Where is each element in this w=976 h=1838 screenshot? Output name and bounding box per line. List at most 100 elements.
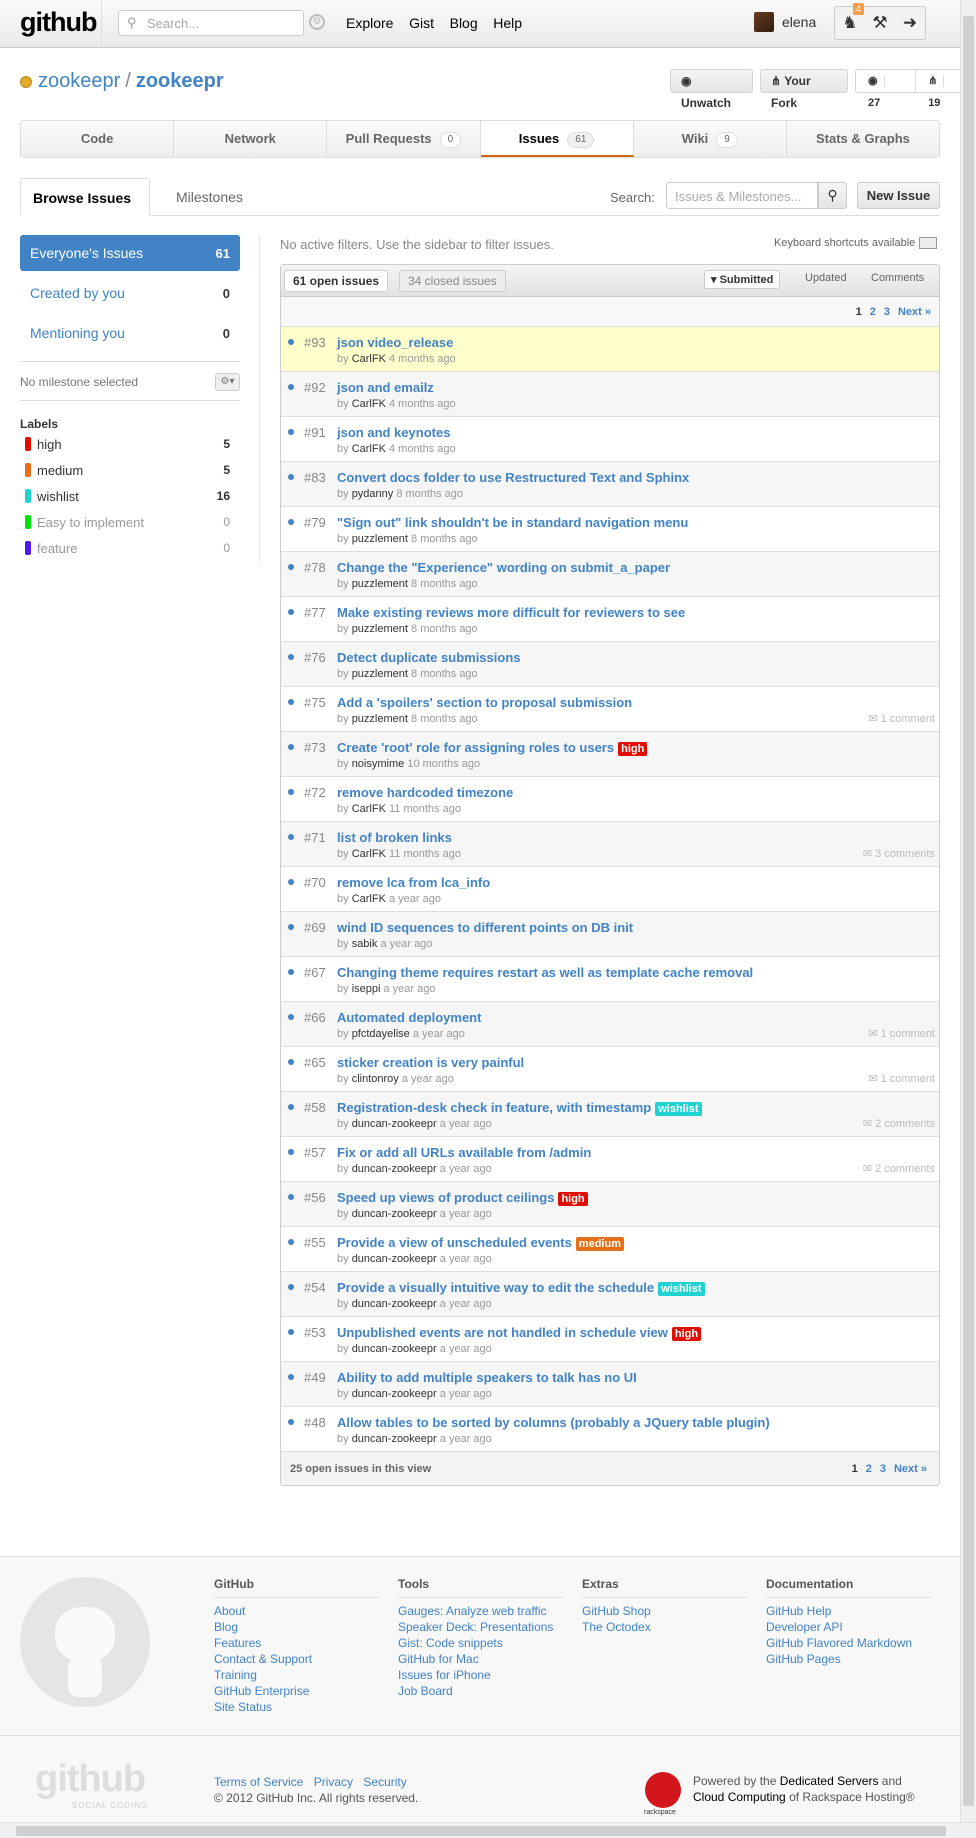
issue-search-input[interactable]: Issues & Milestones... [666,182,818,209]
issue-number[interactable]: #66 [304,1010,326,1025]
issue-title[interactable]: Allow tables to be sorted by columns (pr… [337,1415,770,1430]
issue-title-link[interactable]: sticker creation is very painful [337,1055,524,1070]
rackspace-logo[interactable] [645,1772,681,1808]
issue-title[interactable]: Automated deployment [337,1010,481,1025]
nav-explore[interactable]: Explore [346,15,393,31]
tab-browse-issues[interactable]: Browse Issues [20,178,150,216]
issue-title[interactable]: wind ID sequences to different points on… [337,920,633,935]
issue-title-link[interactable]: "Sign out" link shouldn't be in standard… [337,515,688,530]
issue-row[interactable]: #73 Create 'root' role for assigning role… [281,732,939,777]
issue-author[interactable]: duncan-zookeepr [352,1433,437,1445]
issue-title[interactable]: Convert docs folder to use Restructured … [337,470,689,485]
notifications-icon[interactable]: ♞ 4 [835,3,865,39]
label-wishlist[interactable]: wishlist 16 [20,483,240,509]
footer-link[interactable]: Gauges: Analyze web traffic [398,1603,568,1619]
tab-pull-requests[interactable]: Pull Requests 0 [327,121,481,157]
issue-label[interactable]: wishlist [655,1102,702,1116]
issue-author[interactable]: puzzlement [352,668,408,680]
filter-everyones-issues[interactable]: Everyone's Issues 61 [20,235,240,271]
issue-author[interactable]: duncan-zookeepr [352,1253,437,1265]
issue-title-link[interactable]: Changing theme requires restart as well … [337,965,753,980]
issue-comments[interactable]: ✉ 1 comment [868,712,935,725]
settings-tools-icon[interactable]: ⚒ [865,7,895,39]
issue-number[interactable]: #55 [304,1235,326,1250]
issue-comments[interactable]: ✉ 1 comment [868,1027,935,1040]
issue-author[interactable]: duncan-zookeepr [352,1208,437,1220]
issue-title[interactable]: Provide a visually intuitive way to edit… [337,1280,705,1296]
issue-row[interactable]: #67 Changing theme requires restart as we… [281,957,939,1002]
issue-title[interactable]: Provide a view of unscheduled events medi… [337,1235,624,1251]
issue-number[interactable]: #56 [304,1190,326,1205]
issue-title-link[interactable]: Automated deployment [337,1010,481,1025]
keyboard-shortcuts[interactable]: Keyboard shortcuts available [774,237,938,250]
footer-github-logo[interactable]: github [35,1760,146,1798]
issue-title[interactable]: Ability to add multiple speakers to talk… [337,1370,637,1385]
your-fork-button[interactable]: ⋔ Your Fork [760,69,848,110]
scroll-thumb[interactable] [16,1826,946,1836]
issue-title[interactable]: Make existing reviews more difficult for… [337,605,685,620]
footer-link[interactable]: Site Status [214,1699,384,1715]
github-logo[interactable]: github [20,7,97,38]
issue-author[interactable]: iseppi [352,983,381,995]
issue-author[interactable]: duncan-zookeepr [352,1343,437,1355]
security-link[interactable]: Security [363,1775,406,1789]
page-link[interactable]: 2 [866,1463,872,1475]
issue-title[interactable]: list of broken links [337,830,452,845]
label-feature[interactable]: feature 0 [20,535,240,561]
footer-link[interactable]: Job Board [398,1683,568,1699]
issue-row[interactable]: #92 json and emailz by CarlFK 4 months ago [281,372,939,417]
issue-row[interactable]: #93 json video_release by CarlFK 4 months … [281,327,939,372]
issue-number[interactable]: #57 [304,1145,326,1160]
issue-number[interactable]: #79 [304,515,326,530]
issue-row[interactable]: #48 Allow tables to be sorted by columns … [281,1407,939,1452]
issue-number[interactable]: #58 [304,1100,326,1115]
search-input[interactable]: ⚲ Search... [118,10,304,36]
issue-author[interactable]: puzzlement [352,533,408,545]
footer-link[interactable]: GitHub for Mac [398,1651,568,1667]
issue-author[interactable]: duncan-zookeepr [352,1163,437,1175]
page-link[interactable]: 2 [870,306,876,318]
issue-number[interactable]: #53 [304,1325,326,1340]
issue-author[interactable]: puzzlement [352,578,408,590]
issue-label[interactable]: wishlist [658,1282,705,1296]
issue-title-link[interactable]: Add a 'spoilers' section to proposal sub… [337,695,632,710]
issue-author[interactable]: puzzlement [352,713,408,725]
issue-author[interactable]: duncan-zookeepr [352,1388,437,1400]
issue-number[interactable]: #83 [304,470,326,485]
issue-title-link[interactable]: remove hardcoded timezone [337,785,513,800]
sort-comments[interactable]: Comments [871,272,924,284]
issue-number[interactable]: #75 [304,695,326,710]
issue-row[interactable]: #58 Registration-desk check in feature, w… [281,1092,939,1137]
issue-number[interactable]: #93 [304,335,326,350]
sign-out-icon[interactable]: ➜ [895,7,925,39]
issue-title[interactable]: sticker creation is very painful [337,1055,524,1070]
issue-title[interactable]: json and keynotes [337,425,450,440]
issue-title[interactable]: Speed up views of product ceilings high [337,1190,588,1206]
issue-row[interactable]: #49 Ability to add multiple speakers to t… [281,1362,939,1407]
issue-row[interactable]: #53 Unpublished events are not handled in… [281,1317,939,1362]
issue-row[interactable]: #77 Make existing reviews more difficult … [281,597,939,642]
label-high[interactable]: high 5 [20,431,240,457]
issue-title-link[interactable]: Convert docs folder to use Restructured … [337,470,689,485]
issue-label[interactable]: high [618,742,648,756]
label-medium[interactable]: medium 5 [20,457,240,483]
issue-author[interactable]: duncan-zookeepr [352,1298,437,1310]
issue-comments[interactable]: ✉ 2 comments [863,1117,935,1130]
vertical-scrollbar[interactable] [960,0,976,1822]
footer-link[interactable]: GitHub Flavored Markdown [766,1635,936,1651]
footer-link[interactable]: GitHub Enterprise [214,1683,384,1699]
issue-title[interactable]: Fix or add all URLs available from /admi… [337,1145,591,1160]
sort-updated[interactable]: Updated [805,272,847,284]
tab-stats-graphs[interactable]: Stats & Graphs [787,121,939,157]
page-link[interactable]: 3 [880,1463,886,1475]
filter-mentioning-you[interactable]: Mentioning you 0 [20,315,240,351]
label-easy-to-implement[interactable]: Easy to implement 0 [20,509,240,535]
issue-author[interactable]: sabik [352,938,378,950]
issue-title-link[interactable]: Allow tables to be sorted by columns (pr… [337,1415,770,1430]
issue-title-link[interactable]: Provide a view of unscheduled events [337,1235,572,1250]
issue-author[interactable]: pydanny [352,488,394,500]
issue-title-link[interactable]: Detect duplicate submissions [337,650,521,665]
issue-title-link[interactable]: Speed up views of product ceilings [337,1190,554,1205]
issue-author[interactable]: CarlFK [352,398,386,410]
issue-label[interactable]: high [671,1327,702,1341]
